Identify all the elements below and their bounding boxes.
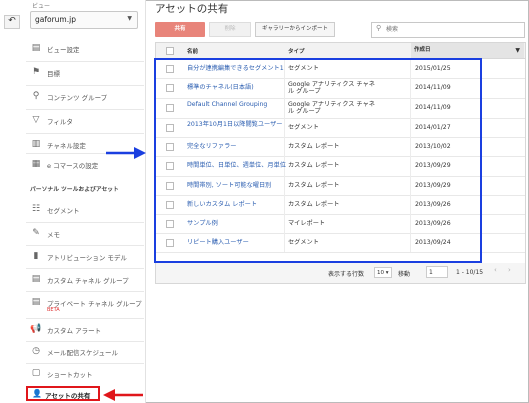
column-header-type[interactable]: タイプ bbox=[288, 47, 305, 55]
attribution-icon: ▮ bbox=[33, 251, 39, 261]
import-from-gallery-button[interactable]: ギャラリーからインポート bbox=[255, 22, 335, 37]
next-page-icon[interactable]: › bbox=[508, 266, 511, 274]
previous-page-icon[interactable]: ‹ bbox=[494, 266, 497, 274]
sidebar-item-label: e コマースの設定 bbox=[47, 162, 99, 170]
sidebar-item-label: メール配信スケジュール bbox=[47, 349, 119, 357]
property-name: gaforum.jp bbox=[35, 15, 76, 24]
select-all-checkbox[interactable] bbox=[166, 47, 174, 55]
sidebar-item-label: チャネル設定 bbox=[47, 142, 86, 150]
column-header-created[interactable]: 作成日 ▼ bbox=[411, 43, 524, 58]
back-arrow-icon[interactable]: ↶ bbox=[4, 15, 20, 29]
share-button[interactable]: 共有 bbox=[155, 22, 205, 37]
rows-per-page-label: 表示する行数 bbox=[328, 271, 365, 278]
custom-alert-icon: 📢 bbox=[30, 324, 42, 334]
sidebar-item-label: メモ bbox=[47, 231, 60, 239]
personal-tools-heading: パーソナル ツールおよびアセット bbox=[30, 187, 119, 193]
sidebar-item-label: アトリビューション モデル bbox=[47, 254, 127, 262]
flag-icon: ⚑ bbox=[31, 67, 41, 77]
column-header-created-label: 作成日 bbox=[414, 47, 431, 53]
share-assets-icon: 👤 bbox=[32, 389, 42, 398]
highlight-box-assets bbox=[154, 58, 482, 263]
search-input[interactable] bbox=[386, 24, 520, 35]
filter-icon: ▽ bbox=[32, 115, 40, 125]
pagination-bar: 表示する行数 10 ▾ 移動 1 1 - 10/15 ‹ › bbox=[155, 263, 526, 284]
sidebar-item-label: コンテンツ グループ bbox=[47, 94, 108, 102]
custom-channel-group-icon: ▤ bbox=[31, 274, 41, 284]
view-label: ビュー bbox=[32, 3, 51, 10]
divider bbox=[26, 222, 144, 223]
rows-per-page-select[interactable]: 10 ▾ bbox=[374, 267, 392, 278]
sidebar-item-label: カスタム アラート bbox=[47, 327, 102, 335]
view-settings-icon: ▤ bbox=[31, 43, 41, 53]
rows-per-page-value: 10 bbox=[377, 270, 384, 276]
sidebar-item-label: プライベート チャネル グループ bbox=[47, 300, 142, 308]
divider bbox=[26, 61, 144, 62]
divider bbox=[26, 245, 144, 246]
sidebar-item-label: カスタム チャネル グループ bbox=[47, 277, 129, 285]
sort-descending-icon: ▼ bbox=[515, 47, 520, 54]
search-box[interactable]: ⚲ bbox=[371, 22, 525, 38]
page-title: アセットの共有 bbox=[155, 3, 229, 15]
sidebar-item-label: ビュー設定 bbox=[47, 46, 80, 54]
shortcut-icon: ▢ bbox=[31, 368, 41, 378]
sidebar-item-label: アセットの共有 bbox=[45, 392, 91, 400]
search-icon: ⚲ bbox=[376, 24, 382, 32]
sidebar-item-share-assets[interactable]: 👤 アセットの共有 bbox=[26, 386, 100, 401]
memo-icon: ✎ bbox=[32, 228, 40, 238]
segment-icon: ☷ bbox=[31, 204, 41, 214]
divider bbox=[26, 318, 144, 319]
private-channel-group-icon: ▤ bbox=[31, 297, 41, 307]
content-group-icon: ⚲ bbox=[32, 91, 40, 101]
divider bbox=[26, 291, 144, 292]
divider bbox=[26, 109, 144, 110]
toolbar: 共有 削除 ギャラリーからインポート ⚲ bbox=[155, 22, 525, 38]
sidebar-item-label: ショートカット bbox=[47, 371, 93, 379]
divider bbox=[26, 133, 144, 134]
beta-badge: BETA bbox=[47, 307, 60, 313]
arrow-right-icon bbox=[106, 147, 146, 159]
column-header-name[interactable]: 名前 bbox=[187, 47, 198, 55]
arrow-left-icon bbox=[103, 389, 143, 401]
channel-settings-icon: ▥ bbox=[31, 139, 41, 149]
divider bbox=[26, 85, 144, 86]
table-header: 名前 タイプ 作成日 ▼ bbox=[156, 43, 525, 59]
page-range: 1 - 10/15 bbox=[456, 269, 484, 276]
divider bbox=[26, 363, 144, 364]
admin-sidebar: ビュー ↶ gaforum.jp ▼ ▤ ビュー設定 ⚑ 目標 ⚲ コンテンツ … bbox=[0, 0, 146, 403]
chevron-down-icon: ▼ bbox=[127, 15, 132, 22]
email-schedule-icon: ◷ bbox=[32, 346, 40, 356]
sidebar-item-label: 目標 bbox=[47, 70, 60, 78]
sidebar-item-label: フィルタ bbox=[47, 118, 73, 126]
ecommerce-icon: ▦ bbox=[31, 159, 41, 169]
divider bbox=[26, 268, 144, 269]
divider bbox=[26, 341, 144, 342]
goto-label: 移動 bbox=[398, 271, 411, 278]
property-selector[interactable]: gaforum.jp ▼ bbox=[30, 11, 138, 29]
goto-page-input[interactable]: 1 bbox=[426, 266, 448, 278]
delete-button[interactable]: 削除 bbox=[209, 22, 251, 37]
sidebar-item-label: セグメント bbox=[47, 207, 80, 215]
